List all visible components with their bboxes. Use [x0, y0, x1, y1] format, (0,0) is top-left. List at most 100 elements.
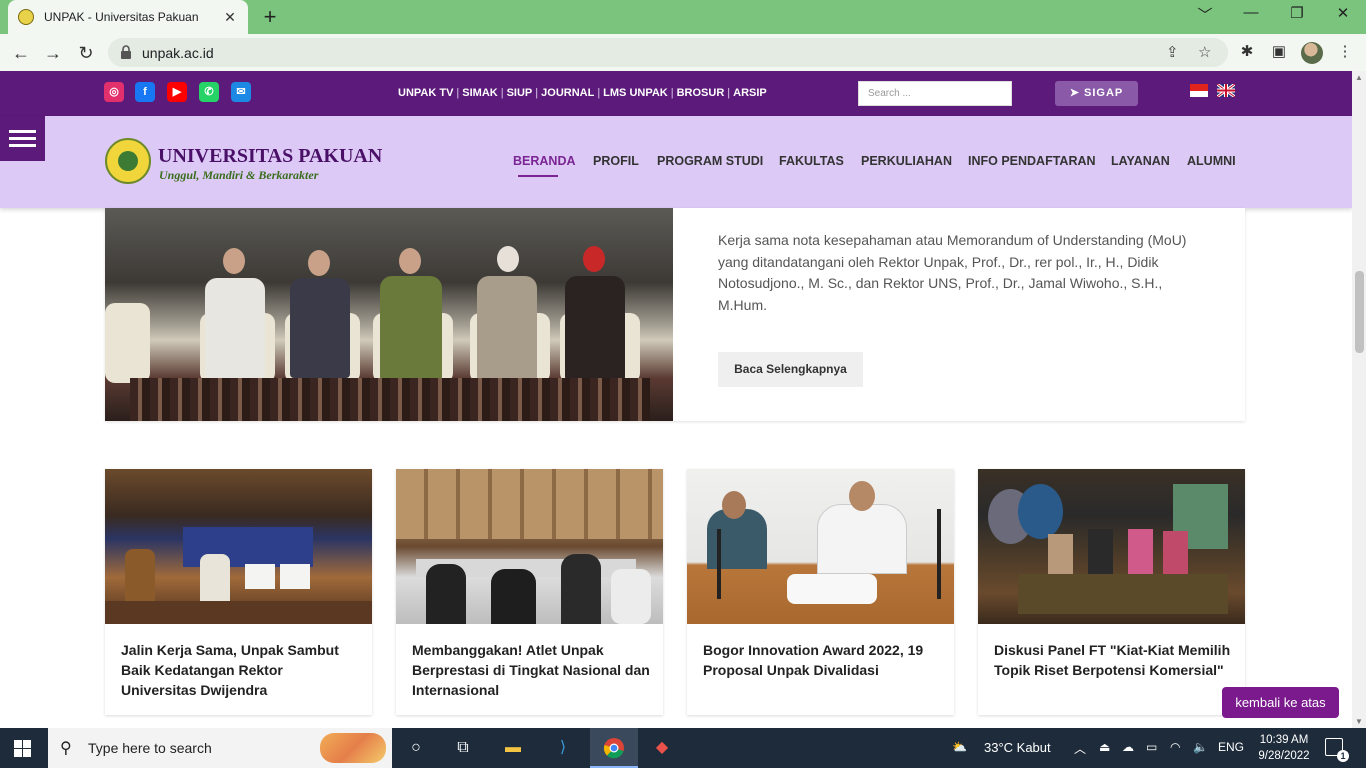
top-links: UNPAK TV | SIMAK | SIUP | JOURNAL | LMS UNPAK | BR…: [398, 87, 767, 99]
language-indicator[interactable]: ENG: [1218, 740, 1244, 754]
link-unpak-tv[interactable]: UNPAK TV: [398, 87, 453, 99]
email-icon[interactable]: ✉: [231, 82, 251, 102]
taskbar-search-box[interactable]: ⚲ Type here to search: [48, 728, 392, 768]
browser-tab[interactable]: UNPAK - Universitas Pakuan ✕: [8, 0, 248, 34]
whatsapp-icon[interactable]: ✆: [199, 82, 219, 102]
nav-profil[interactable]: PROFIL: [593, 154, 639, 168]
tray-chevron-up-icon[interactable]: ︿: [1074, 740, 1086, 757]
instagram-icon[interactable]: ◎: [104, 82, 124, 102]
send-icon: ➤: [1069, 87, 1080, 99]
top-utility-bar: ◎ f ▶ ✆ ✉ UNPAK TV | SIMAK | SIUP | JOURNAL | LM…: [0, 71, 1352, 116]
nav-fakultas[interactable]: FAKULTAS: [779, 154, 844, 168]
link-simak[interactable]: SIMAK: [462, 87, 497, 99]
hamburger-menu-icon[interactable]: [0, 116, 45, 161]
system-clock[interactable]: 10:39 AM 9/28/2022: [1252, 732, 1316, 764]
weather-icon[interactable]: ⛅: [952, 740, 967, 754]
featured-photo[interactable]: [105, 208, 673, 421]
unpak-logo[interactable]: [105, 138, 151, 184]
nav-alumni[interactable]: ALUMNI: [1187, 154, 1236, 168]
scroll-down-arrow-icon[interactable]: ▼: [1355, 717, 1363, 726]
indonesia-flag-icon[interactable]: [1190, 84, 1208, 97]
scrollbar-thumb[interactable]: [1355, 271, 1364, 353]
profile-avatar[interactable]: [1301, 42, 1323, 64]
browser-toolbar: ← → ↻ unpak.ac.id ⇪ ☆ ✱ ▣ ⋮: [0, 34, 1366, 71]
windows-start-icon[interactable]: [14, 740, 31, 757]
taskbar-search-text: Type here to search: [88, 740, 212, 756]
restore-button[interactable]: ❐: [1282, 4, 1312, 22]
news-card[interactable]: Membanggakan! Atlet Unpak Berprestasi di…: [396, 469, 663, 715]
reload-icon[interactable]: ↻: [73, 40, 99, 66]
minimize-button[interactable]: —: [1236, 4, 1266, 21]
news-card[interactable]: Diskusi Panel FT "Kiat-Kiat Memilih Topi…: [978, 469, 1245, 715]
news-title[interactable]: Bogor Innovation Award 2022, 19 Proposal…: [703, 640, 941, 680]
new-tab-button[interactable]: +: [258, 4, 282, 30]
news-photo[interactable]: [105, 469, 372, 624]
side-panel-icon[interactable]: ▣: [1268, 42, 1290, 60]
link-lms-unpak[interactable]: LMS UNPAK: [603, 87, 668, 99]
nav-beranda[interactable]: BERANDA: [513, 154, 576, 168]
sigap-button[interactable]: ➤ SIGAP: [1055, 81, 1138, 106]
youtube-icon[interactable]: ▶: [167, 82, 187, 102]
link-arsip[interactable]: ARSIP: [733, 87, 767, 99]
cortana-icon[interactable]: ○: [405, 737, 427, 759]
featured-excerpt: Kerja sama nota kesepahaman atau Memoran…: [718, 232, 1187, 313]
link-brosur[interactable]: BROSUR: [677, 87, 725, 99]
vscode-icon[interactable]: ⟩: [552, 737, 574, 759]
close-window-button[interactable]: ✕: [1328, 4, 1358, 22]
windows-taskbar: ⚲ Type here to search ○ ⧉ ▬ ⟩ ◆ ⛅ 33°C K…: [0, 728, 1366, 768]
extensions-puzzle-icon[interactable]: ✱: [1236, 42, 1258, 60]
page-scrollbar[interactable]: ▲ ▼: [1352, 71, 1366, 728]
news-photo[interactable]: [978, 469, 1245, 624]
share-icon[interactable]: ⇪: [1166, 43, 1179, 61]
nav-info-pendaftaran[interactable]: INFO PENDAFTARAN: [968, 154, 1096, 168]
facebook-icon[interactable]: f: [135, 82, 155, 102]
tab-title: UNPAK - Universitas Pakuan: [44, 10, 199, 24]
address-bar[interactable]: unpak.ac.id ⇪ ☆: [108, 38, 1228, 67]
brand-name[interactable]: UNIVERSITAS PAKUAN: [158, 145, 382, 168]
nav-perkuliahan[interactable]: PERKULIAHAN: [861, 154, 952, 168]
search-highlight-image: [320, 733, 386, 763]
sigap-label: SIGAP: [1084, 87, 1124, 99]
bookmark-star-icon[interactable]: ☆: [1198, 43, 1211, 61]
news-photo[interactable]: [687, 469, 954, 624]
forward-arrow-icon[interactable]: →: [40, 40, 66, 66]
clock-time: 10:39 AM: [1259, 734, 1309, 746]
volume-icon[interactable]: 🔈: [1193, 740, 1208, 754]
task-view-icon[interactable]: ⧉: [452, 737, 474, 759]
url-text: unpak.ac.id: [142, 45, 214, 61]
news-title[interactable]: Jalin Kerja Sama, Unpak Sambut Baik Keda…: [121, 640, 359, 700]
usb-icon[interactable]: ⏏: [1099, 740, 1110, 754]
news-card[interactable]: Bogor Innovation Award 2022, 19 Proposal…: [687, 469, 954, 715]
page-viewport: ◎ f ▶ ✆ ✉ UNPAK TV | SIMAK | SIUP | JOURNAL | LM…: [0, 71, 1352, 728]
browser-titlebar: UNPAK - Universitas Pakuan ✕ + ﹀ — ❐ ✕: [0, 0, 1366, 34]
nav-program-studi[interactable]: PROGRAM STUDI: [657, 154, 763, 168]
wifi-icon[interactable]: ◠: [1170, 740, 1180, 754]
tab-close-icon[interactable]: ✕: [222, 9, 238, 26]
tab-search-icon[interactable]: ﹀: [1190, 4, 1220, 25]
link-journal[interactable]: JOURNAL: [541, 87, 594, 99]
link-siup[interactable]: SIUP: [507, 87, 533, 99]
notification-count: 1: [1337, 750, 1349, 762]
chrome-icon[interactable]: [603, 737, 625, 759]
site-search-input[interactable]: Search ...: [858, 81, 1012, 106]
weather-text[interactable]: 33°C Kabut: [984, 740, 1051, 755]
read-more-button[interactable]: Baca Selengkapnya: [718, 352, 863, 387]
uk-flag-icon[interactable]: [1217, 84, 1235, 97]
lock-icon: [121, 45, 131, 59]
news-title[interactable]: Membanggakan! Atlet Unpak Berprestasi di…: [412, 640, 650, 700]
notification-center-icon[interactable]: 1: [1325, 738, 1349, 762]
onedrive-cloud-icon[interactable]: ☁: [1122, 740, 1134, 754]
nav-layanan[interactable]: LAYANAN: [1111, 154, 1170, 168]
brand-tagline: Unggul, Mandiri & Berkarakter: [159, 168, 319, 182]
search-icon: ⚲: [60, 740, 72, 757]
back-arrow-icon[interactable]: ←: [8, 40, 34, 66]
scroll-up-arrow-icon[interactable]: ▲: [1355, 73, 1363, 82]
git-app-icon[interactable]: ◆: [651, 737, 673, 759]
news-card[interactable]: Jalin Kerja Sama, Unpak Sambut Baik Keda…: [105, 469, 372, 715]
menu-kebab-icon[interactable]: ⋮: [1334, 42, 1356, 60]
news-photo[interactable]: [396, 469, 663, 624]
back-to-top-button[interactable]: kembali ke atas: [1222, 687, 1339, 718]
battery-icon[interactable]: ▭: [1146, 740, 1157, 754]
file-explorer-icon[interactable]: ▬: [502, 737, 524, 759]
news-title[interactable]: Diskusi Panel FT "Kiat-Kiat Memilih Topi…: [994, 640, 1232, 680]
